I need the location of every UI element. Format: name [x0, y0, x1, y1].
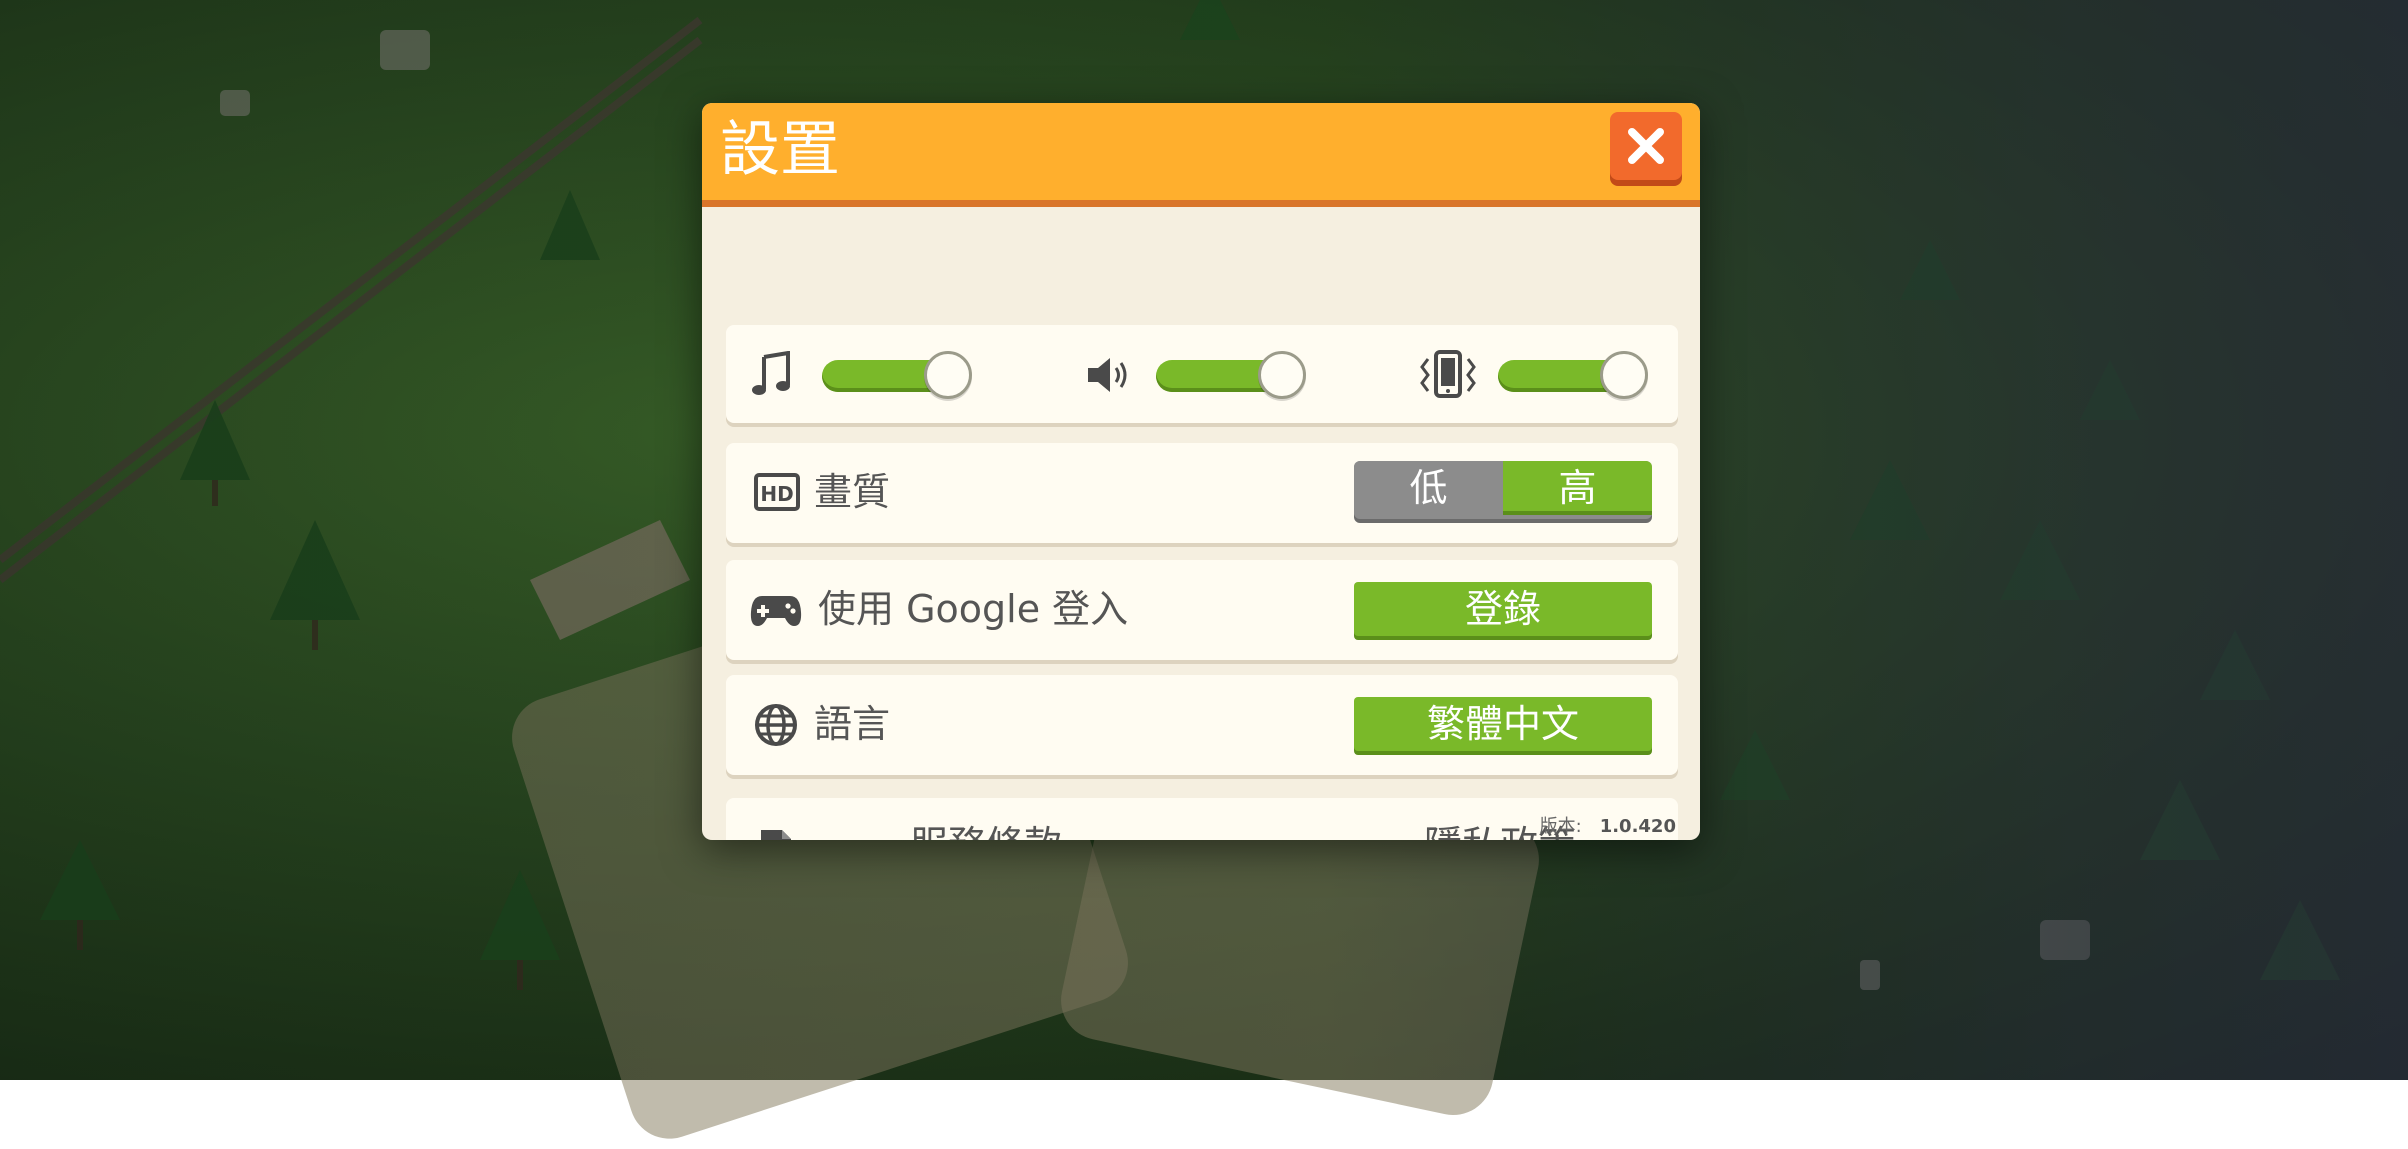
quality-high-option[interactable]: 高 — [1503, 461, 1652, 515]
terms-of-service-link[interactable]: 服務條款 — [910, 820, 1062, 840]
quality-label: 畫質 — [814, 470, 891, 514]
music-note-icon — [752, 351, 790, 395]
quality-row: HD 畫質 低 高 — [726, 443, 1678, 543]
google-login-label: 使用 Google 登入 — [818, 587, 1129, 631]
dialog-header: 設置 — [702, 103, 1700, 207]
music-volume-slider[interactable] — [822, 351, 972, 399]
slider-knob[interactable] — [924, 351, 972, 399]
google-login-row: 使用 Google 登入 登錄 — [726, 560, 1678, 660]
sound-volume-slider[interactable] — [1156, 351, 1306, 399]
speaker-icon — [1088, 358, 1127, 392]
language-row: 語言 繁體中文 — [726, 675, 1678, 775]
hd-icon: HD — [754, 473, 800, 511]
audio-row — [726, 325, 1678, 423]
version-label: 版本: — [1539, 816, 1582, 837]
language-label: 語言 — [814, 702, 891, 746]
gamepad-icon — [750, 596, 802, 626]
document-icon — [761, 830, 791, 840]
language-button[interactable]: 繁體中文 — [1354, 697, 1652, 751]
vibration-slider[interactable] — [1498, 351, 1648, 399]
slider-knob[interactable] — [1600, 351, 1648, 399]
version-info: 版本: 1.0.420 — [1540, 814, 1676, 840]
login-button[interactable]: 登錄 — [1354, 582, 1652, 636]
close-button[interactable] — [1610, 112, 1682, 180]
quality-low-option[interactable]: 低 — [1354, 461, 1503, 515]
settings-dialog: 設置 HD 畫質 低 高 使用 Google 登入 登錄 語言 繁體中文 版本:… — [702, 103, 1700, 840]
version-number: 1.0.420 — [1599, 816, 1676, 837]
slider-knob[interactable] — [1258, 351, 1306, 399]
globe-icon — [755, 704, 797, 746]
svg-text:HD: HD — [760, 482, 793, 506]
phone-vibrate-icon — [1420, 350, 1476, 398]
quality-toggle: 低 高 — [1354, 461, 1652, 519]
dialog-title: 設置 — [720, 115, 840, 185]
close-x-icon — [1628, 128, 1664, 164]
legal-row: 服務條款 隱私政策 — [726, 798, 1678, 840]
